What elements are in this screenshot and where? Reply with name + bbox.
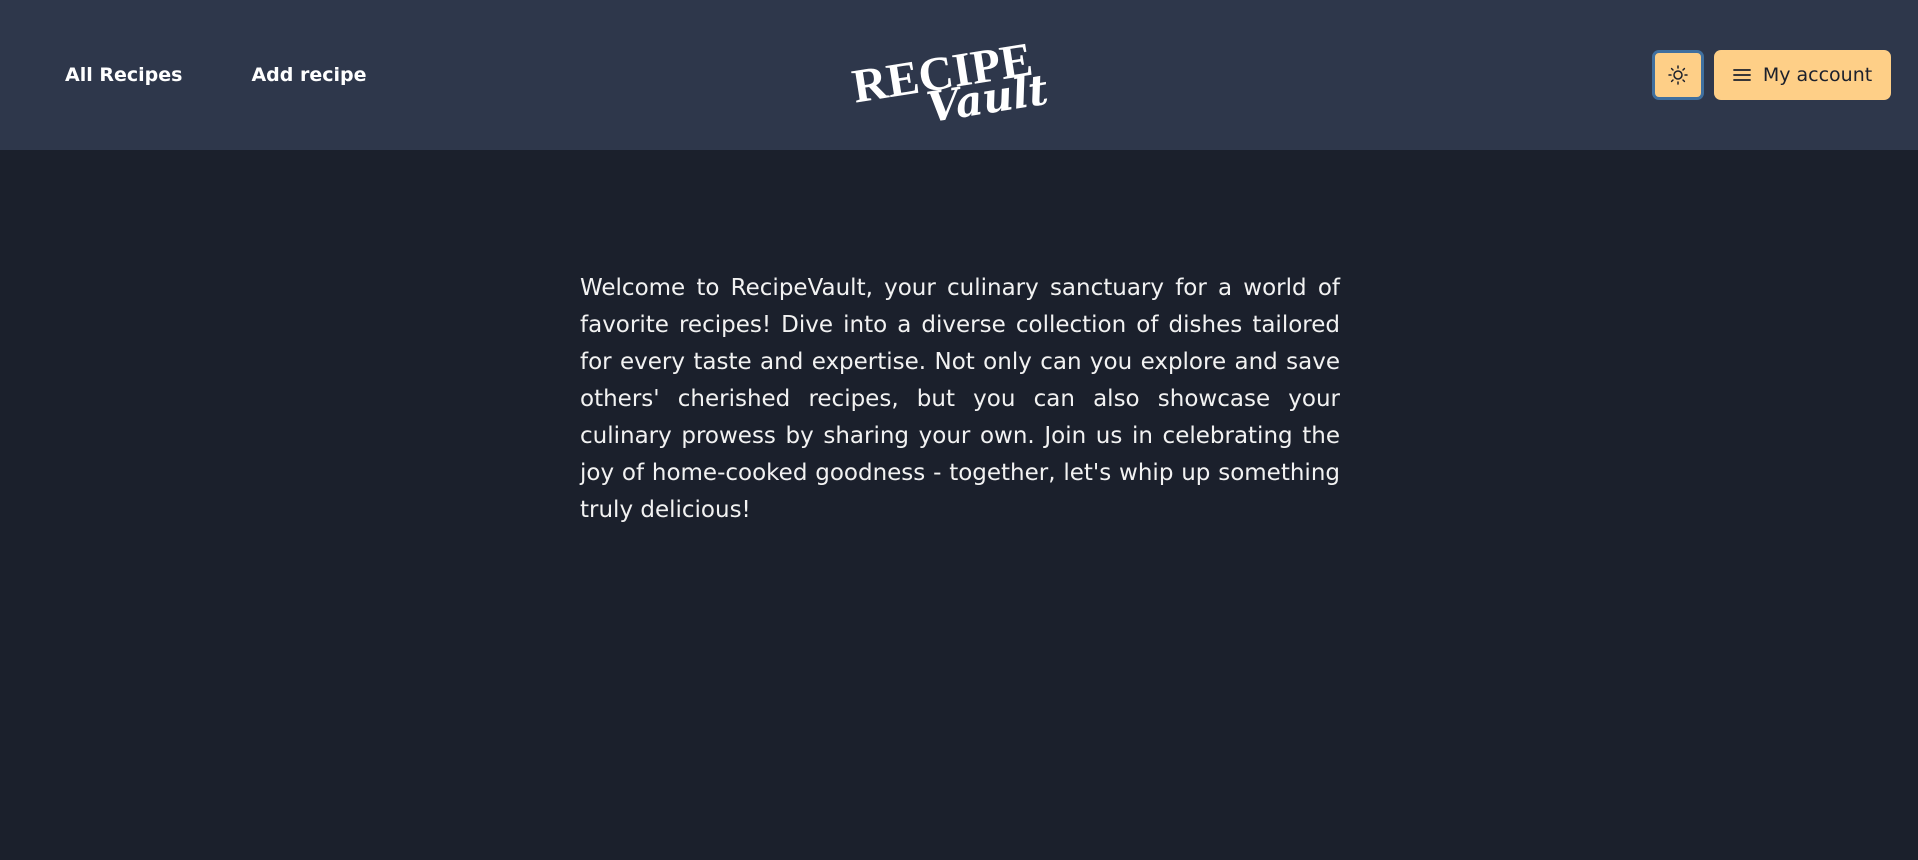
- logo-graphic: RECIPE Vault: [849, 33, 1051, 126]
- welcome-paragraph: Welcome to RecipeVault, your culinary sa…: [580, 275, 1340, 523]
- hamburger-menu-icon: [1732, 69, 1751, 81]
- my-account-label: My account: [1762, 64, 1873, 86]
- recipe-vault-logo[interactable]: RECIPE Vault: [849, 24, 1071, 126]
- my-account-button[interactable]: My account: [1714, 50, 1891, 100]
- nav-add-recipe-link[interactable]: Add recipe: [251, 62, 366, 88]
- main-nav: All Recipes Add recipe: [65, 62, 366, 88]
- theme-toggle-button[interactable]: [1652, 50, 1704, 100]
- sun-icon: [1668, 65, 1688, 85]
- top-header: All Recipes Add recipe RECIPE Vault My a…: [0, 0, 1918, 150]
- nav-all-recipes-link[interactable]: All Recipes: [65, 62, 182, 88]
